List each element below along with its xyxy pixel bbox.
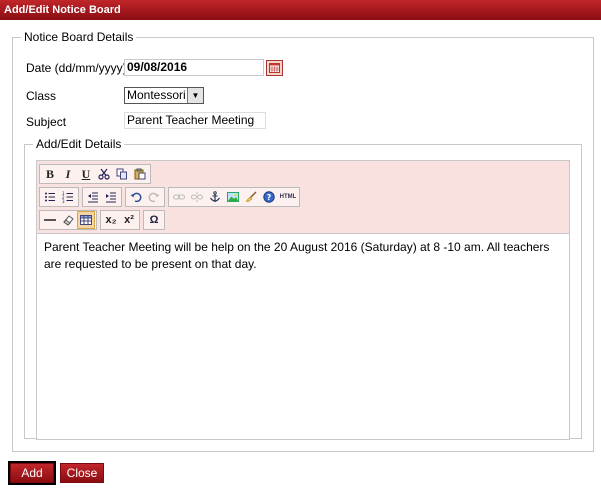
copy-icon [116,168,127,180]
calendar-button[interactable] [266,60,283,76]
form-actions: Add Close [8,461,104,485]
broom-icon [245,191,257,203]
scissors-icon [98,168,110,180]
bold-button[interactable]: B [41,165,59,183]
unlink-icon [191,192,203,202]
copy-button[interactable] [113,165,131,183]
horizontal-rule-icon [44,219,56,221]
rich-text-editor: B I U 123 ? HTML x₂ x² Ω Parent Teacher … [36,160,570,440]
numbered-list-icon: 123 [62,191,73,203]
indent-button[interactable] [102,188,120,206]
close-button[interactable]: Close [60,463,104,483]
editor-toolbar: B I U 123 ? HTML x₂ x² Ω [37,161,569,234]
special-character-button[interactable]: Ω [145,211,163,229]
paste-icon [134,168,146,180]
superscript-button[interactable]: x² [120,211,138,229]
outdent-button[interactable] [84,188,102,206]
class-select[interactable]: Montessori ▼ [124,87,204,104]
cut-button[interactable] [95,165,113,183]
undo-icon [130,192,142,203]
help-icon: ? [263,191,275,203]
undo-button[interactable] [127,188,145,206]
numbered-list-button[interactable]: 123 [59,188,77,206]
link-icon [173,194,185,200]
image-icon [227,192,239,202]
redo-icon [148,192,160,203]
outdent-icon [88,192,98,203]
redo-button[interactable] [145,188,163,206]
indent-icon [106,192,116,203]
link-button[interactable] [170,188,188,206]
unlink-button[interactable] [188,188,206,206]
bullet-list-button[interactable] [41,188,59,206]
subject-label: Subject [26,115,67,129]
window-title: Add/Edit Notice Board [0,0,601,20]
cleanup-button[interactable] [242,188,260,206]
table-icon [80,215,92,225]
horizontal-rule-button[interactable] [41,211,59,229]
underline-button[interactable]: U [77,165,95,183]
italic-button[interactable]: I [59,165,77,183]
class-select-value: Montessori [127,88,186,102]
add-button[interactable]: Add [8,461,56,485]
svg-text:?: ? [267,193,272,202]
class-label: Class [26,89,57,103]
date-field[interactable]: 09/08/2016 [124,59,264,76]
date-label: Date (dd/mm/yyyy)* [26,61,132,75]
anchor-icon [210,191,220,202]
table-button[interactable] [77,211,95,229]
html-source-button[interactable]: HTML [278,188,298,206]
eraser-icon [63,215,74,226]
calendar-icon [269,63,280,73]
insert-image-button[interactable] [224,188,242,206]
chevron-down-icon: ▼ [187,88,203,103]
remove-format-button[interactable] [59,211,77,229]
subscript-button[interactable]: x₂ [102,211,120,229]
help-button[interactable]: ? [260,188,278,206]
section-legend: Notice Board Details [24,30,134,44]
svg-text:3: 3 [62,199,65,203]
subject-field[interactable]: Parent Teacher Meeting [124,112,266,129]
paste-button[interactable] [131,165,149,183]
editor-content[interactable]: Parent Teacher Meeting will be help on t… [44,239,562,273]
editor-legend: Add/Edit Details [36,137,122,151]
bullet-list-icon [45,192,55,202]
anchor-button[interactable] [206,188,224,206]
